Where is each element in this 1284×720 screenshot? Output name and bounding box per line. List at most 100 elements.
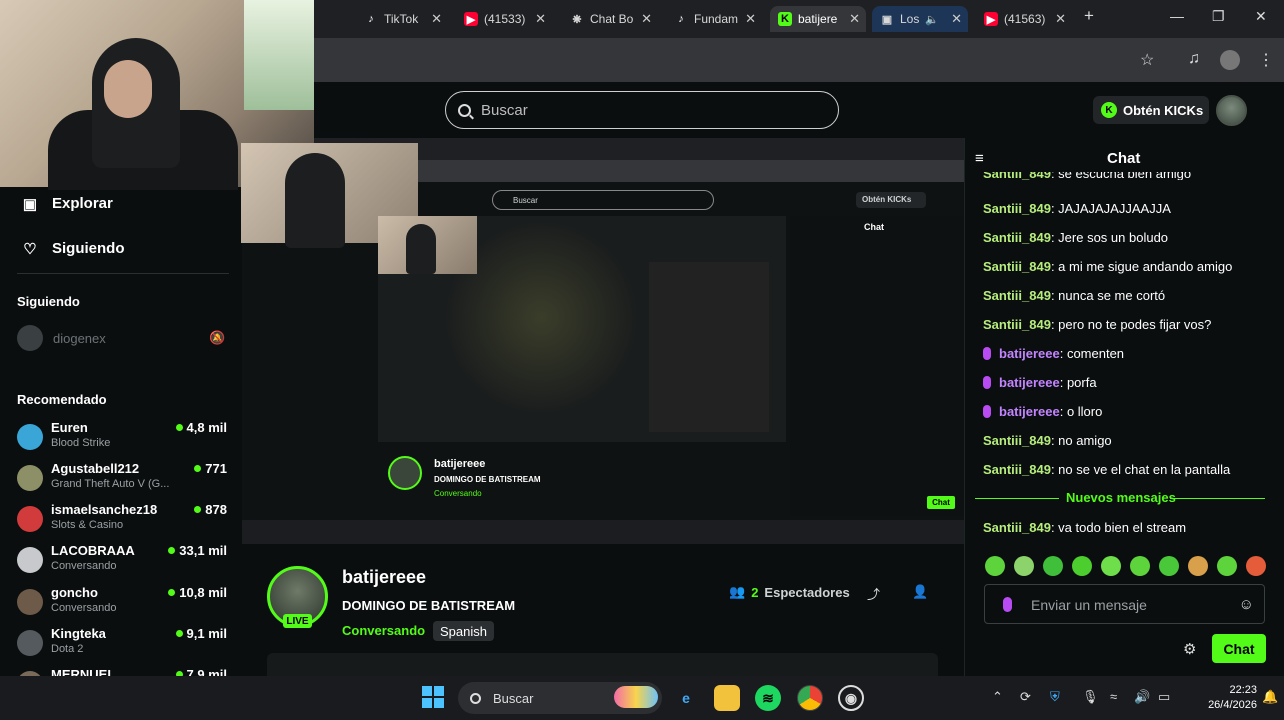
search-input[interactable]: Buscar — [445, 91, 839, 129]
sync-icon[interactable]: ⟳ — [1020, 689, 1031, 705]
obs-icon[interactable]: ◉ — [838, 685, 864, 711]
volume-icon[interactable]: 🔊 — [1134, 689, 1150, 705]
nested-search: Buscar — [492, 190, 714, 210]
tab-youtube-1[interactable]: ▶ (41533) ✕ — [456, 6, 552, 32]
recommended-item[interactable]: Agustabell212 Grand Theft Auto V (G... 771 — [17, 461, 227, 499]
restore-icon[interactable]: ❐ — [1212, 8, 1225, 25]
language-tag[interactable]: Spanish — [433, 621, 494, 641]
live-dot-icon — [194, 506, 202, 513]
emote-icon[interactable] — [1043, 556, 1063, 576]
sidebar-item-siguiendo[interactable]: ♡ Siguiendo — [22, 240, 124, 258]
emote-icon[interactable] — [1014, 556, 1034, 576]
emote-icon[interactable] — [1072, 556, 1092, 576]
browser-menu-icon[interactable]: ⋮ — [1258, 50, 1274, 70]
youtube-icon: ▶ — [984, 12, 998, 26]
avatar — [17, 630, 43, 656]
share-icon[interactable]: ⤴ — [867, 584, 880, 603]
emoji-icon[interactable]: ☺ — [1239, 596, 1254, 613]
tiktok-icon: ♪ — [368, 13, 374, 25]
emote-icon[interactable] — [1101, 556, 1121, 576]
sidebar-divider — [17, 273, 229, 274]
chat-message: Santiii_849: va todo bien el stream — [983, 520, 1187, 535]
close-tab-icon[interactable]: ✕ — [849, 11, 860, 27]
file-explorer-icon[interactable] — [714, 685, 740, 711]
close-tab-icon[interactable]: ✕ — [745, 11, 756, 27]
close-tab-icon[interactable]: ✕ — [535, 11, 546, 27]
channel-name[interactable]: batijereee — [342, 567, 426, 588]
chat-message: batijereee: comenten — [983, 346, 1124, 361]
explore-icon: ▣ — [22, 195, 38, 213]
chat-message: Santiii_849: no se ve el chat en la pant… — [983, 462, 1231, 477]
tab-audio[interactable]: ▣ Los 🔈 ✕ — [872, 6, 968, 32]
user-avatar[interactable] — [1216, 95, 1247, 126]
live-dot-icon — [168, 547, 176, 554]
viewer-count: 👥 2 Espectadores — [729, 584, 850, 600]
close-tab-icon[interactable]: ✕ — [641, 11, 652, 27]
openai-icon: ❋ — [572, 13, 582, 26]
close-tab-icon[interactable]: ✕ — [1055, 11, 1066, 27]
chat-settings-icon[interactable]: ⚙ — [1183, 640, 1196, 658]
emote-icon[interactable] — [1188, 556, 1208, 576]
following-item-diogenex[interactable]: diogenex 🔕 — [17, 325, 225, 351]
live-dot-icon — [168, 589, 176, 596]
bookmark-star-icon[interactable]: ☆ — [1140, 50, 1154, 70]
recommended-item[interactable]: ismaelsanchez18 Slots & Casino 878 — [17, 502, 227, 540]
profile-avatar-icon[interactable] — [1220, 50, 1240, 70]
windows-start-icon[interactable] — [422, 686, 444, 708]
microphone-tray-icon[interactable]: 🎙 — [1082, 689, 1099, 705]
defender-icon[interactable]: ⛨ — [1050, 689, 1060, 705]
send-chat-button[interactable]: Chat — [1212, 634, 1266, 663]
recommended-item[interactable]: Kingteka Dota 2 9,1 mil — [17, 626, 227, 664]
chat-message: Santiii_849: no amigo — [983, 433, 1112, 448]
sidebar-item-explorar[interactable]: ▣ Explorar — [22, 195, 113, 213]
wifi-icon[interactable]: ≈ — [1110, 689, 1117, 704]
chrome-icon[interactable] — [797, 685, 823, 711]
emote-bar — [985, 556, 1266, 576]
close-tab-icon[interactable]: ✕ — [951, 11, 962, 27]
minimize-icon[interactable]: — — [1170, 8, 1184, 24]
emote-icon[interactable] — [1159, 556, 1179, 576]
media-control-icon[interactable]: ♫ — [1188, 50, 1200, 68]
close-tab-icon[interactable]: ✕ — [431, 11, 442, 27]
speaker-icon[interactable]: 🔈 — [925, 13, 939, 26]
notifications-icon[interactable]: 🔔 — [1262, 689, 1278, 705]
emote-icon[interactable] — [1246, 556, 1266, 576]
spotify-icon[interactable]: ≋ — [755, 685, 781, 711]
close-window-icon[interactable]: ✕ — [1255, 8, 1267, 25]
paint-highlight-icon — [614, 686, 658, 708]
tab-youtube-2[interactable]: ▶ (41563) ✕ — [976, 6, 1072, 32]
recommended-item[interactable]: Euren Blood Strike 4,8 mil — [17, 420, 227, 458]
emote-icon[interactable] — [1130, 556, 1150, 576]
get-kicks-button[interactable]: K Obtén KICKs — [1093, 96, 1209, 124]
tiktok-icon: ♪ — [678, 13, 684, 25]
emote-icon[interactable] — [1217, 556, 1237, 576]
avatar — [17, 589, 43, 615]
recommended-item[interactable]: LACOBRAAA Conversando 33,1 mil — [17, 543, 227, 581]
live-badge: LIVE — [283, 614, 312, 628]
chat-input[interactable]: Enviar un mensaje ☺ — [984, 584, 1265, 624]
emote-icon[interactable] — [985, 556, 1005, 576]
recommended-item[interactable]: goncho Conversando 10,8 mil — [17, 585, 227, 623]
tray-expand-icon[interactable]: ⌃ — [992, 689, 1003, 705]
search-icon — [458, 103, 471, 117]
stream-title: DOMINGO DE BATISTREAM — [342, 598, 516, 613]
tab-tiktok[interactable]: ♪ TikTok ✕ — [356, 6, 448, 32]
kick-icon: K — [778, 12, 792, 26]
search-icon — [470, 692, 481, 704]
tab-fundamentals[interactable]: ♪ Fundam ✕ — [666, 6, 762, 32]
avatar — [17, 465, 43, 491]
live-dot-icon — [194, 465, 202, 472]
battery-icon[interactable]: ▭ — [1158, 689, 1170, 705]
collapse-chat-icon[interactable]: ≡ — [975, 150, 984, 167]
stream-category[interactable]: Conversando — [342, 623, 425, 638]
chat-message: Santiii_849: JAJAJAJAJJAAJJA — [983, 201, 1171, 216]
follow-user-icon[interactable]: 👤 — [912, 584, 928, 600]
tab-kick-active[interactable]: K batijere ✕ — [770, 6, 866, 32]
new-tab-button[interactable]: + — [1084, 6, 1094, 26]
nested-chat — [790, 216, 964, 516]
tab-chatbot[interactable]: ❋ Chat Bo ✕ — [562, 6, 658, 32]
edge-icon[interactable]: e — [673, 685, 699, 711]
chat-title: Chat — [1107, 150, 1141, 167]
taskbar-clock[interactable]: 22:23 26/4/2026 — [1205, 683, 1257, 713]
new-messages-divider: Nuevos mensajes — [975, 490, 1265, 506]
